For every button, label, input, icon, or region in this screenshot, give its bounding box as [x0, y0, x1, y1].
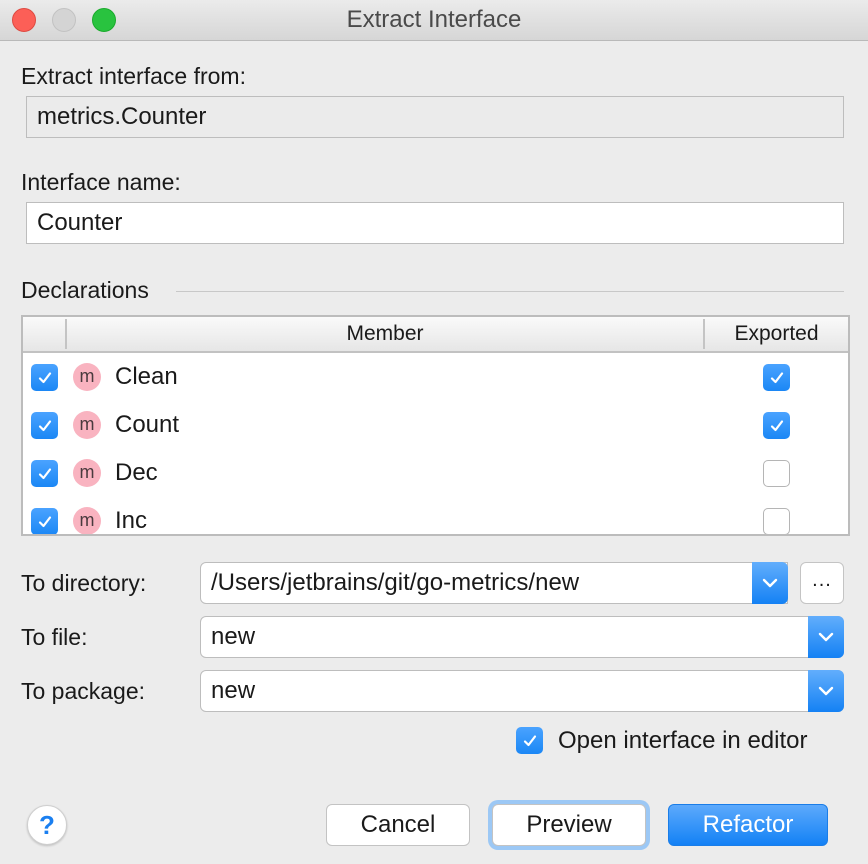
exported-checkbox[interactable] — [763, 364, 790, 391]
table-row[interactable]: m Inc — [23, 497, 848, 534]
to-file-input[interactable]: new — [200, 616, 844, 658]
exported-checkbox[interactable] — [763, 460, 790, 487]
checkmark-icon — [38, 467, 51, 479]
to-directory-label: To directory: — [21, 570, 147, 596]
table-header: Member Exported — [23, 317, 848, 353]
to-file-label: To file: — [21, 624, 88, 650]
refactor-button[interactable]: Refactor — [668, 804, 828, 846]
chevron-down-icon — [762, 578, 778, 588]
checkmark-icon — [770, 371, 783, 383]
checkmark-icon — [523, 734, 536, 746]
exported-checkbox[interactable] — [763, 412, 790, 439]
cancel-button[interactable]: Cancel — [326, 804, 470, 846]
member-select-checkbox[interactable] — [31, 364, 58, 391]
member-name: Dec — [115, 459, 158, 486]
member-select-checkbox[interactable] — [31, 460, 58, 487]
exported-checkbox[interactable] — [763, 508, 790, 534]
checkmark-icon — [38, 515, 51, 527]
member-name: Inc — [115, 507, 148, 534]
to-directory-input[interactable]: /Users/jetbrains/git/go-metrics/new — [200, 562, 788, 604]
table-row[interactable]: m Clean — [23, 353, 848, 401]
to-package-label: To package: — [21, 678, 146, 704]
declarations-table: Member Exported m Clean m Count m Dec m Inc — [21, 315, 850, 536]
declarations-label: Declarations — [21, 277, 149, 303]
method-icon: m — [73, 411, 101, 439]
interface-name-label: Interface name: — [21, 169, 181, 195]
table-row[interactable]: m Count — [23, 401, 848, 449]
extract-from-field: metrics.Counter — [26, 96, 844, 138]
chevron-down-icon — [818, 632, 834, 642]
table-row[interactable]: m Dec — [23, 449, 848, 497]
checkmark-icon — [38, 371, 51, 383]
preview-button[interactable]: Preview — [492, 804, 646, 846]
column-header-member[interactable]: Member — [67, 317, 703, 351]
method-icon: m — [73, 507, 101, 534]
member-select-checkbox[interactable] — [31, 412, 58, 439]
column-header-select[interactable] — [23, 317, 65, 351]
column-header-exported[interactable]: Exported — [705, 317, 848, 351]
declarations-divider — [176, 291, 844, 292]
to-package-dropdown-button[interactable] — [808, 670, 844, 712]
help-button[interactable]: ? — [27, 805, 67, 845]
extract-from-label: Extract interface from: — [21, 63, 246, 89]
browse-directory-button[interactable]: ... — [800, 562, 844, 604]
member-name: Count — [115, 411, 180, 438]
to-file-dropdown-button[interactable] — [808, 616, 844, 658]
interface-name-input[interactable]: Counter — [26, 202, 844, 244]
checkmark-icon — [770, 419, 783, 431]
method-icon: m — [73, 459, 101, 487]
chevron-down-icon — [818, 686, 834, 696]
checkmark-icon — [38, 419, 51, 431]
to-package-input[interactable]: new — [200, 670, 844, 712]
window-title: Extract Interface — [346, 6, 522, 33]
title-bar: Extract Interface — [0, 0, 868, 41]
method-icon: m — [73, 363, 101, 391]
open-in-editor-checkbox[interactable] — [516, 727, 543, 754]
member-select-checkbox[interactable] — [31, 508, 58, 534]
open-in-editor-label[interactable]: Open interface in editor — [558, 727, 807, 755]
member-name: Clean — [115, 363, 178, 390]
to-directory-dropdown-button[interactable] — [752, 562, 788, 604]
